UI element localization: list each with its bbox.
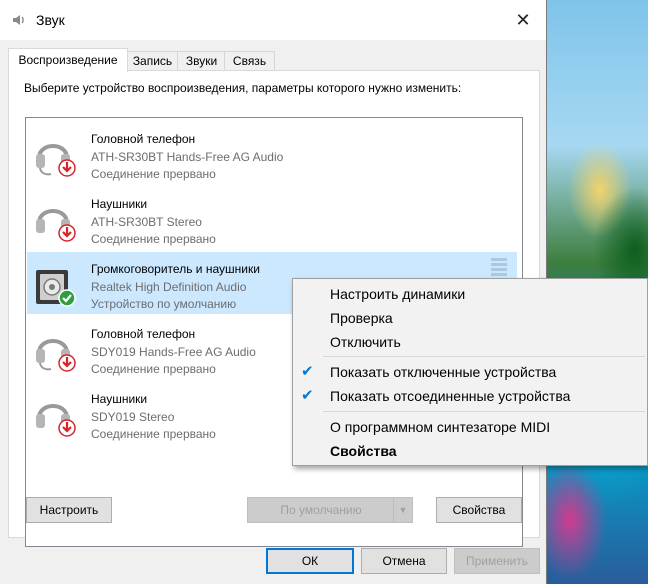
headphones-icon xyxy=(36,404,76,437)
context-menu: Настроить динамики Проверка Отключить ✔ … xyxy=(292,278,648,466)
menu-item-show-disabled[interactable]: ✔ Показать отключенные устройства xyxy=(293,360,647,384)
ok-button[interactable]: ОК xyxy=(266,548,354,574)
device-status: Соединение прервано xyxy=(91,232,216,246)
menu-item-disable[interactable]: Отключить xyxy=(293,330,647,354)
menu-item-test[interactable]: Проверка xyxy=(293,306,647,330)
device-status: Соединение прервано xyxy=(91,362,216,376)
disconnected-arrow-icon xyxy=(58,159,76,177)
properties-button[interactable]: Свойства xyxy=(436,497,522,523)
device-name: Головной телефон xyxy=(91,132,196,146)
device-name: Наушники xyxy=(91,197,148,211)
device-item[interactable]: Наушники ATH-SR30BT Stereo Соединение пр… xyxy=(27,187,517,249)
device-driver: SDY019 Hands-Free AG Audio xyxy=(91,345,256,359)
window-title: Звук xyxy=(36,12,65,28)
tab-communications[interactable]: Связь xyxy=(224,51,275,71)
menu-item-properties[interactable]: Свойства xyxy=(293,439,647,463)
configure-button[interactable]: Настроить xyxy=(26,497,112,523)
checkmark-icon: ✔ xyxy=(301,387,314,404)
instructions-text: Выберите устройство воспроизведения, пар… xyxy=(24,81,462,95)
checkmark-icon: ✔ xyxy=(301,363,314,380)
device-status: Соединение прервано xyxy=(91,427,216,441)
close-button[interactable]: ✕ xyxy=(500,0,546,40)
device-item[interactable]: Головной телефон ATH-SR30BT Hands-Free A… xyxy=(27,122,517,184)
speaker-device-icon xyxy=(36,270,76,307)
headset-icon xyxy=(36,339,76,372)
disconnected-arrow-icon xyxy=(58,224,76,242)
chevron-down-icon[interactable]: ▼ xyxy=(393,498,412,522)
device-name: Наушники xyxy=(91,392,148,406)
device-driver: SDY019 Stereo xyxy=(91,410,175,424)
tab-sounds[interactable]: Звуки xyxy=(177,51,226,71)
set-default-label: По умолчанию xyxy=(280,503,362,517)
device-name: Громкоговоритель и наушники xyxy=(91,262,260,276)
device-driver: Realtek High Definition Audio xyxy=(91,280,247,294)
menu-separator xyxy=(323,356,645,357)
title-bar: Звук ✕ xyxy=(0,0,546,40)
tab-playback[interactable]: Воспроизведение xyxy=(8,48,128,72)
menu-separator xyxy=(323,411,645,412)
disconnected-arrow-icon xyxy=(58,419,76,437)
tab-recording[interactable]: Запись xyxy=(126,51,179,71)
device-status: Устройство по умолчанию xyxy=(91,297,237,311)
device-driver: ATH-SR30BT Stereo xyxy=(91,215,202,229)
device-name: Головной телефон xyxy=(91,327,196,341)
headset-icon xyxy=(36,144,76,177)
device-driver: ATH-SR30BT Hands-Free AG Audio xyxy=(91,150,284,164)
cancel-button[interactable]: Отмена xyxy=(361,548,447,574)
menu-item-configure-speakers[interactable]: Настроить динамики xyxy=(293,282,647,306)
set-default-button[interactable]: По умолчанию ▼ xyxy=(247,497,413,523)
disconnected-arrow-icon xyxy=(58,354,76,372)
speaker-icon xyxy=(13,15,24,25)
device-status: Соединение прервано xyxy=(91,167,216,181)
apply-button[interactable]: Применить xyxy=(454,548,540,574)
menu-item-midi-synth[interactable]: О программном синтезаторе MIDI xyxy=(293,415,647,439)
headphones-icon xyxy=(36,209,76,242)
menu-item-show-disconnected[interactable]: ✔ Показать отсоединенные устройства xyxy=(293,384,647,408)
default-check-icon xyxy=(58,289,76,307)
close-icon: ✕ xyxy=(515,9,531,30)
volume-level-meter xyxy=(491,258,507,278)
